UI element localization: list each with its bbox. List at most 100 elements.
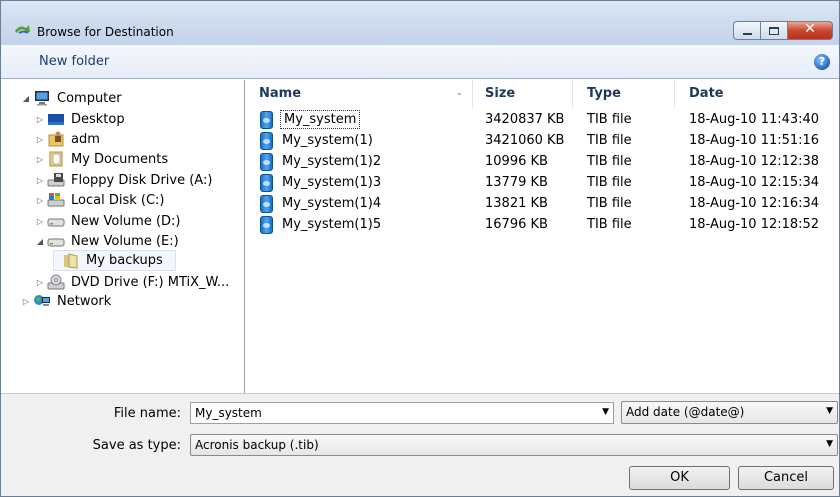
tree-item-new-volume-d[interactable]: ▷ New Volume (D:) <box>35 211 181 231</box>
tree-item-new-volume-e[interactable]: ◢ New Volume (E:) <box>35 231 179 251</box>
file-type: TIB file <box>587 112 632 127</box>
tree-item-network[interactable]: ▷ Network <box>21 291 111 311</box>
file-type: TIB file <box>587 154 632 169</box>
file-name-label: File name: <box>113 406 181 421</box>
file-name: My_system(1)4 <box>282 196 382 211</box>
file-size: 16796 KB <box>485 217 548 232</box>
sort-indicator-icon: ⌄ <box>456 88 463 97</box>
date-option-select[interactable]: Add date (@date@) ▼ <box>621 401 838 424</box>
tree-item-local-disk[interactable]: ▷ Local Disk (C:) <box>35 190 165 210</box>
tree-item-desktop[interactable]: ▷ Desktop <box>35 109 125 129</box>
collapsed-arrow-icon[interactable]: ▷ <box>35 278 45 287</box>
dropdown-arrow-icon[interactable]: ▼ <box>602 407 609 417</box>
tree-item-label: New Volume (D:) <box>71 213 181 229</box>
app-icon <box>15 25 30 34</box>
tree-item-label: Desktop <box>71 111 125 127</box>
tree-item-my-backups[interactable]: My backups <box>53 250 176 271</box>
file-name: My_system(1)5 <box>282 217 382 232</box>
minimize-button[interactable] <box>733 21 760 40</box>
collapsed-arrow-icon[interactable]: ▷ <box>35 176 45 185</box>
title-bar[interactable]: Browse for Destination ✕ <box>1 1 839 45</box>
tib-file-icon <box>260 132 273 150</box>
tib-file-icon <box>260 216 273 234</box>
file-name: My_system <box>279 110 361 129</box>
file-size: 13779 KB <box>485 175 548 190</box>
file-name-input[interactable]: My_system ▼ <box>190 402 614 424</box>
file-name: My_system(1) <box>282 133 373 148</box>
tree-item-my-documents[interactable]: ▷ My Documents <box>35 149 168 169</box>
tib-file-icon <box>260 153 273 171</box>
drive-icon <box>47 213 65 229</box>
file-date: 18-Aug-10 12:15:34 <box>689 175 820 190</box>
floppy-drive-icon <box>47 172 65 188</box>
dvd-drive-icon <box>47 274 65 290</box>
caption-buttons: ✕ <box>733 21 833 40</box>
collapsed-arrow-icon[interactable]: ▷ <box>21 297 31 306</box>
file-date: 18-Aug-10 12:16:34 <box>689 196 820 211</box>
file-row[interactable]: My_system(1)4 13821 KB TIB file 18-Aug-1… <box>246 194 839 215</box>
file-date: 18-Aug-10 12:12:38 <box>689 154 820 169</box>
file-date: 18-Aug-10 12:18:52 <box>689 217 820 232</box>
file-type: TIB file <box>587 175 632 190</box>
tree-item-floppy-drive[interactable]: ▷ Floppy Disk Drive (A:) <box>35 170 213 190</box>
column-divider[interactable] <box>674 80 675 108</box>
column-header-date[interactable]: Date <box>689 86 724 101</box>
dropdown-arrow-icon: ▼ <box>826 439 833 449</box>
documents-icon <box>47 151 65 167</box>
minimize-icon <box>743 33 752 35</box>
collapsed-arrow-icon[interactable]: ▷ <box>35 155 45 164</box>
tree-item-label: Computer <box>57 90 122 106</box>
save-type-select[interactable]: Acronis backup (.tib) ▼ <box>190 434 838 456</box>
file-date: 18-Aug-10 11:43:40 <box>689 112 820 127</box>
system-drive-icon <box>47 192 65 208</box>
drive-icon <box>47 233 65 249</box>
file-row[interactable]: My_system(1)5 16796 KB TIB file 18-Aug-1… <box>246 215 839 236</box>
file-row[interactable]: My_system(1)3 13779 KB TIB file 18-Aug-1… <box>246 173 839 194</box>
file-type: TIB file <box>587 217 632 232</box>
tree-item-label: Floppy Disk Drive (A:) <box>71 172 213 188</box>
close-icon: ✕ <box>804 21 816 37</box>
tree-item-label: adm <box>71 131 100 147</box>
file-row[interactable]: My_system(1)2 10996 KB TIB file 18-Aug-1… <box>246 152 839 173</box>
column-divider[interactable] <box>472 80 473 108</box>
column-header-name[interactable]: Name <box>259 86 301 101</box>
help-icon[interactable]: ? <box>814 54 830 70</box>
column-header-size[interactable]: Size <box>485 86 515 101</box>
file-type: TIB file <box>587 133 632 148</box>
window-title: Browse for Destination <box>37 25 174 39</box>
file-row[interactable]: My_system 3420837 KB TIB file 18-Aug-10 … <box>246 110 839 131</box>
tib-file-icon <box>260 174 273 192</box>
file-type: TIB file <box>587 196 632 211</box>
tree-item-dvd-drive[interactable]: ▷ DVD Drive (F:) MTiX_W... <box>35 272 229 292</box>
save-type-value: Acronis backup (.tib) <box>195 438 319 452</box>
expanded-arrow-icon[interactable]: ◢ <box>21 94 31 103</box>
column-header-type[interactable]: Type <box>587 86 621 101</box>
desktop-icon <box>47 111 65 127</box>
file-name: My_system(1)2 <box>282 154 382 169</box>
expanded-arrow-icon[interactable]: ◢ <box>35 237 45 246</box>
tree-item-label: DVD Drive (F:) MTiX_W... <box>71 274 230 290</box>
file-size: 3421060 KB <box>485 133 565 148</box>
collapsed-arrow-icon[interactable]: ▷ <box>35 135 45 144</box>
collapsed-arrow-icon[interactable]: ▷ <box>35 115 45 124</box>
column-divider[interactable] <box>572 80 573 108</box>
date-option-value: Add date (@date@) <box>626 405 745 419</box>
command-bar: New folder ? <box>1 45 839 79</box>
tree-item-label: Local Disk (C:) <box>71 192 165 208</box>
close-button[interactable]: ✕ <box>787 21 833 40</box>
new-folder-button[interactable]: New folder <box>39 54 109 69</box>
maximize-button[interactable] <box>760 21 787 40</box>
file-size: 10996 KB <box>485 154 548 169</box>
file-row[interactable]: My_system(1) 3421060 KB TIB file 18-Aug-… <box>246 131 839 152</box>
ok-button[interactable]: OK <box>629 466 730 490</box>
cancel-button[interactable]: Cancel <box>738 466 834 490</box>
tree-item-label: New Volume (E:) <box>71 233 179 249</box>
file-list: Name ⌄ Size Type Date My_system 3420837 … <box>246 80 839 393</box>
tree-item-adm[interactable]: ▷ adm <box>35 129 100 149</box>
file-size: 3420837 KB <box>485 112 565 127</box>
file-name: My_system(1)3 <box>282 175 382 190</box>
collapsed-arrow-icon[interactable]: ▷ <box>35 217 45 226</box>
dropdown-arrow-icon: ▼ <box>826 406 833 416</box>
collapsed-arrow-icon[interactable]: ▷ <box>35 196 45 205</box>
tree-item-computer[interactable]: ◢ Computer <box>21 88 122 108</box>
